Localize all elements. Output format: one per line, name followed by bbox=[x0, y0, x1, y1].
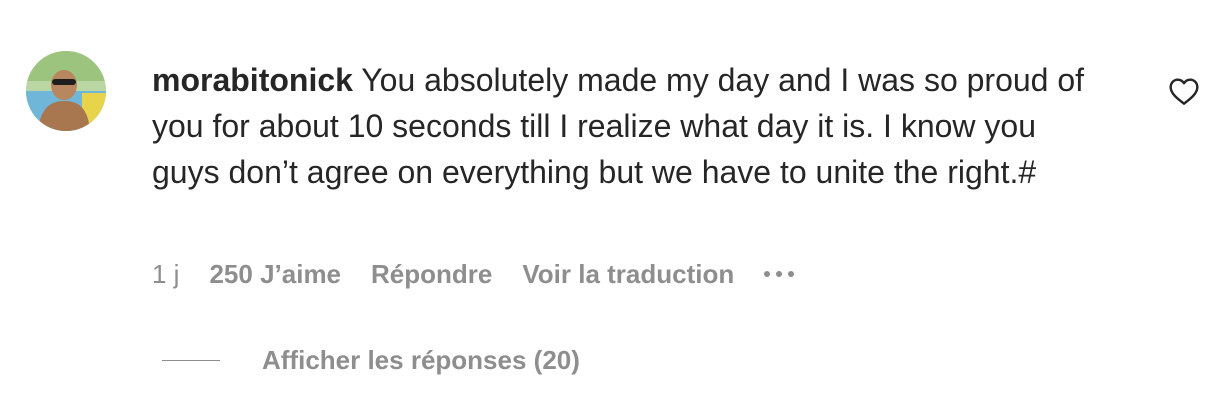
comment-meta: 1 j 250 J’aime Répondre Voir la traducti… bbox=[152, 256, 795, 292]
more-dots-icon[interactable] bbox=[764, 256, 795, 292]
replies-divider bbox=[162, 359, 220, 361]
comment-body: morabitonick You absolutely made my day … bbox=[152, 57, 1112, 195]
dot bbox=[776, 271, 783, 277]
dot bbox=[764, 271, 771, 277]
heart-icon[interactable] bbox=[1168, 76, 1200, 106]
comment-time[interactable]: 1 j bbox=[152, 259, 179, 290]
comment-username[interactable]: morabitonick bbox=[152, 62, 353, 98]
dot bbox=[788, 271, 795, 277]
translate-button[interactable]: Voir la traduction bbox=[522, 259, 734, 290]
reply-button[interactable]: Répondre bbox=[371, 259, 492, 290]
avatar[interactable] bbox=[26, 51, 106, 131]
avatar-image bbox=[26, 51, 106, 131]
comment: morabitonick You absolutely made my day … bbox=[0, 0, 1218, 408]
likes-count[interactable]: 250 J’aime bbox=[209, 259, 341, 290]
view-replies-label: Afficher les réponses (20) bbox=[262, 344, 580, 375]
view-replies-button[interactable]: Afficher les réponses (20) bbox=[162, 342, 580, 378]
